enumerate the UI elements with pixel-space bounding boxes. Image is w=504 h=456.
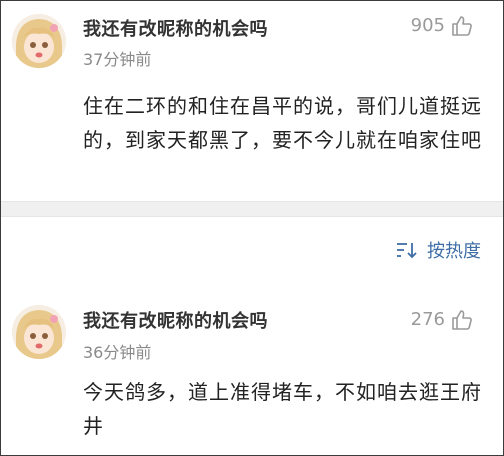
like-count: 276: [410, 309, 445, 330]
avatar[interactable]: [12, 14, 66, 68]
user-name[interactable]: 我还有改昵称的机会吗: [83, 15, 268, 41]
comment-time: 37分钟前: [83, 50, 152, 69]
avatar[interactable]: [12, 305, 66, 359]
like-button[interactable]: 905: [411, 15, 473, 37]
section-divider: [1, 201, 503, 217]
comment-item: 我还有改昵称的机会吗 36分钟前 276 今天鸽多，道上准得堵车，不如咱去逛王府…: [1, 285, 503, 455]
comment-time: 36分钟前: [83, 343, 152, 362]
sort-icon: [395, 240, 419, 260]
thumbs-up-icon: [451, 15, 473, 37]
thumbs-up-icon: [451, 309, 473, 331]
sort-by-hot-button[interactable]: 按热度: [395, 237, 481, 263]
sort-label: 按热度: [427, 241, 481, 262]
comment-item: 我还有改昵称的机会吗 37分钟前 905 住在二环的和住在昌平的说，哥们儿道挺远…: [1, 1, 503, 201]
user-name[interactable]: 我还有改昵称的机会吗: [83, 307, 268, 333]
comment-feed: 我还有改昵称的机会吗 37分钟前 905 住在二环的和住在昌平的说，哥们儿道挺远…: [0, 0, 504, 456]
comment-text: 住在二环的和住在昌平的说，哥们儿道挺远的，到家天都黑了，要不今儿就在咱家住吧: [83, 94, 482, 152]
like-count: 905: [410, 15, 445, 36]
comment-text: 今天鸽多，道上准得堵车，不如咱去逛王府井: [83, 380, 482, 438]
like-button[interactable]: 276: [411, 309, 473, 331]
